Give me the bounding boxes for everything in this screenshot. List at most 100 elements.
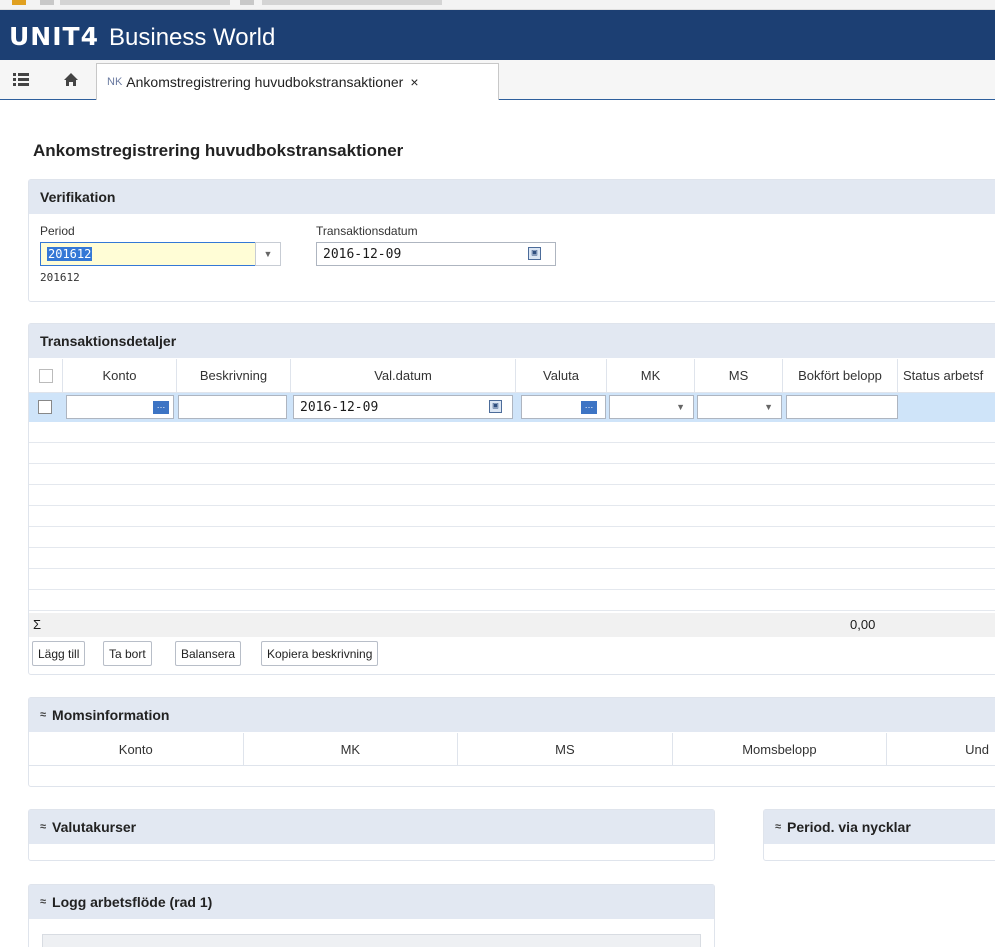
currency-title: Valutakurser: [52, 819, 137, 835]
sum-value: 0,00: [850, 617, 876, 632]
window-top-strip: [0, 0, 995, 10]
col-ms[interactable]: MS: [695, 359, 783, 392]
table-row[interactable]: [29, 548, 995, 569]
vat-panel: ≈ Momsinformation Konto MK MS Momsbelopp…: [28, 697, 995, 787]
val-datum-value: 2016-12-09: [300, 399, 379, 415]
home-button[interactable]: [54, 63, 88, 95]
home-icon: [64, 72, 78, 86]
expand-icon[interactable]: ≈: [775, 821, 781, 833]
sum-row: Σ 0,00: [29, 613, 995, 637]
transaction-details-header: Transaktionsdetaljer: [29, 324, 995, 358]
close-tab-icon[interactable]: ×: [410, 74, 418, 90]
currency-panel: ≈ Valutakurser: [28, 809, 715, 861]
valuta-input[interactable]: …: [521, 395, 606, 419]
chevron-down-icon: ▼: [764, 402, 773, 412]
transaction-date-value: 2016-12-09: [323, 246, 402, 262]
col-val-datum[interactable]: Val.datum: [291, 359, 516, 392]
chevron-down-icon: ▼: [263, 249, 273, 259]
vat-grid-header: Konto MK MS Momsbelopp Und: [29, 733, 995, 766]
table-row[interactable]: [29, 527, 995, 548]
page-title: Ankomstregistrering huvudbokstransaktion…: [33, 141, 404, 160]
vat-col-ms[interactable]: MS: [458, 733, 673, 765]
brand-bar: UNIT4 Business World: [0, 10, 995, 60]
table-row[interactable]: [29, 506, 995, 527]
col-bokfort-belopp[interactable]: Bokfört belopp: [783, 359, 898, 392]
transaction-grid-header: Konto Beskrivning Val.datum Valuta MK MS…: [29, 359, 995, 393]
verification-panel: Verifikation Period 201612 ▼ 201612 Tran…: [28, 179, 995, 302]
menu-list-button[interactable]: [4, 63, 38, 95]
vat-title: Momsinformation: [52, 707, 170, 723]
balance-button[interactable]: Balansera: [175, 641, 242, 666]
vat-col-konto[interactable]: Konto: [29, 733, 244, 765]
bokfort-belopp-input[interactable]: [786, 395, 898, 419]
date-label: Transaktionsdatum: [316, 224, 418, 238]
col-status-arbetsflode[interactable]: Status arbetsf: [898, 359, 995, 392]
verification-title: Verifikation: [40, 189, 116, 205]
list-icon: [13, 73, 29, 86]
col-konto[interactable]: Konto: [63, 359, 177, 392]
select-all-cell: [29, 359, 63, 392]
window-strip-item: [240, 0, 254, 5]
mk-select[interactable]: ▼: [609, 395, 694, 419]
tab-label: Ankomstregistrering huvudbokstransaktion…: [126, 74, 404, 90]
calendar-icon[interactable]: ▣: [489, 400, 502, 413]
ms-select[interactable]: ▼: [697, 395, 782, 419]
transaction-details-panel: Transaktionsdetaljer Konto Beskrivning V…: [28, 323, 995, 675]
table-row[interactable]: [29, 464, 995, 485]
window-strip-item: [40, 0, 54, 5]
expand-icon[interactable]: ≈: [40, 821, 46, 833]
currency-panel-header[interactable]: ≈ Valutakurser: [29, 810, 714, 844]
period-value: 201612: [47, 247, 93, 261]
period-keys-panel: ≈ Period. via nycklar: [763, 809, 995, 861]
period-keys-panel-header[interactable]: ≈ Period. via nycklar: [764, 810, 995, 844]
select-all-checkbox[interactable]: [38, 368, 53, 383]
transaction-date-field[interactable]: 2016-12-09 ▣: [316, 242, 556, 266]
vat-panel-header[interactable]: ≈ Momsinformation: [29, 698, 995, 732]
period-label: Period: [40, 224, 75, 238]
period-keys-title: Period. via nycklar: [787, 819, 911, 835]
brand-name: Business World: [109, 24, 276, 51]
calendar-icon[interactable]: ▣: [528, 247, 541, 260]
workflow-log-panel: ≈ Logg arbetsflöde (rad 1): [28, 884, 715, 947]
period-dropdown-button[interactable]: ▼: [255, 242, 281, 266]
collapse-icon[interactable]: ≈: [40, 896, 46, 908]
lookup-icon[interactable]: …: [581, 401, 597, 414]
period-hint: 201612: [40, 271, 80, 284]
brand-logo: UNIT4: [9, 22, 99, 51]
tab-bar: NK Ankomstregistrering huvudbokstransakt…: [0, 60, 995, 100]
vat-col-momsbelopp[interactable]: Momsbelopp: [673, 733, 888, 765]
copy-description-button[interactable]: Kopiera beskrivning: [261, 641, 379, 666]
workflow-log-list[interactable]: [42, 934, 701, 947]
beskrivning-input[interactable]: [178, 395, 287, 419]
period-field[interactable]: 201612: [40, 242, 256, 266]
table-row[interactable]: [29, 443, 995, 464]
table-row[interactable]: [29, 485, 995, 506]
verification-panel-header: Verifikation: [29, 180, 995, 214]
transaction-details-title: Transaktionsdetaljer: [40, 333, 177, 349]
remove-row-button[interactable]: Ta bort: [103, 641, 152, 666]
workflow-log-panel-header[interactable]: ≈ Logg arbetsflöde (rad 1): [29, 885, 714, 919]
col-beskrivning[interactable]: Beskrivning: [177, 359, 291, 392]
table-row[interactable]: [29, 422, 995, 443]
table-row[interactable]: [29, 590, 995, 611]
lookup-icon[interactable]: …: [153, 401, 169, 414]
table-row-selected[interactable]: … 2016-12-09 ▣ … ▼ ▼: [29, 393, 995, 422]
window-strip-item: [60, 0, 230, 5]
sum-symbol: Σ: [33, 617, 42, 632]
table-row[interactable]: [29, 569, 995, 590]
konto-input[interactable]: …: [66, 395, 174, 419]
vat-col-und[interactable]: Und: [887, 733, 995, 765]
col-valuta[interactable]: Valuta: [516, 359, 607, 392]
val-datum-input[interactable]: 2016-12-09 ▣: [293, 395, 513, 419]
add-row-button[interactable]: Lägg till: [32, 641, 86, 666]
chevron-down-icon: ▼: [676, 402, 685, 412]
vat-col-mk[interactable]: MK: [244, 733, 459, 765]
window-strip-item: [262, 0, 442, 5]
col-mk[interactable]: MK: [607, 359, 695, 392]
workflow-log-title: Logg arbetsflöde (rad 1): [52, 894, 213, 910]
tab-ankomstregistrering[interactable]: NK Ankomstregistrering huvudbokstransakt…: [96, 63, 499, 100]
tab-prefix: NK: [107, 76, 123, 88]
row-checkbox[interactable]: [38, 400, 52, 414]
window-icon: [12, 0, 26, 5]
collapse-icon[interactable]: ≈: [40, 709, 46, 721]
